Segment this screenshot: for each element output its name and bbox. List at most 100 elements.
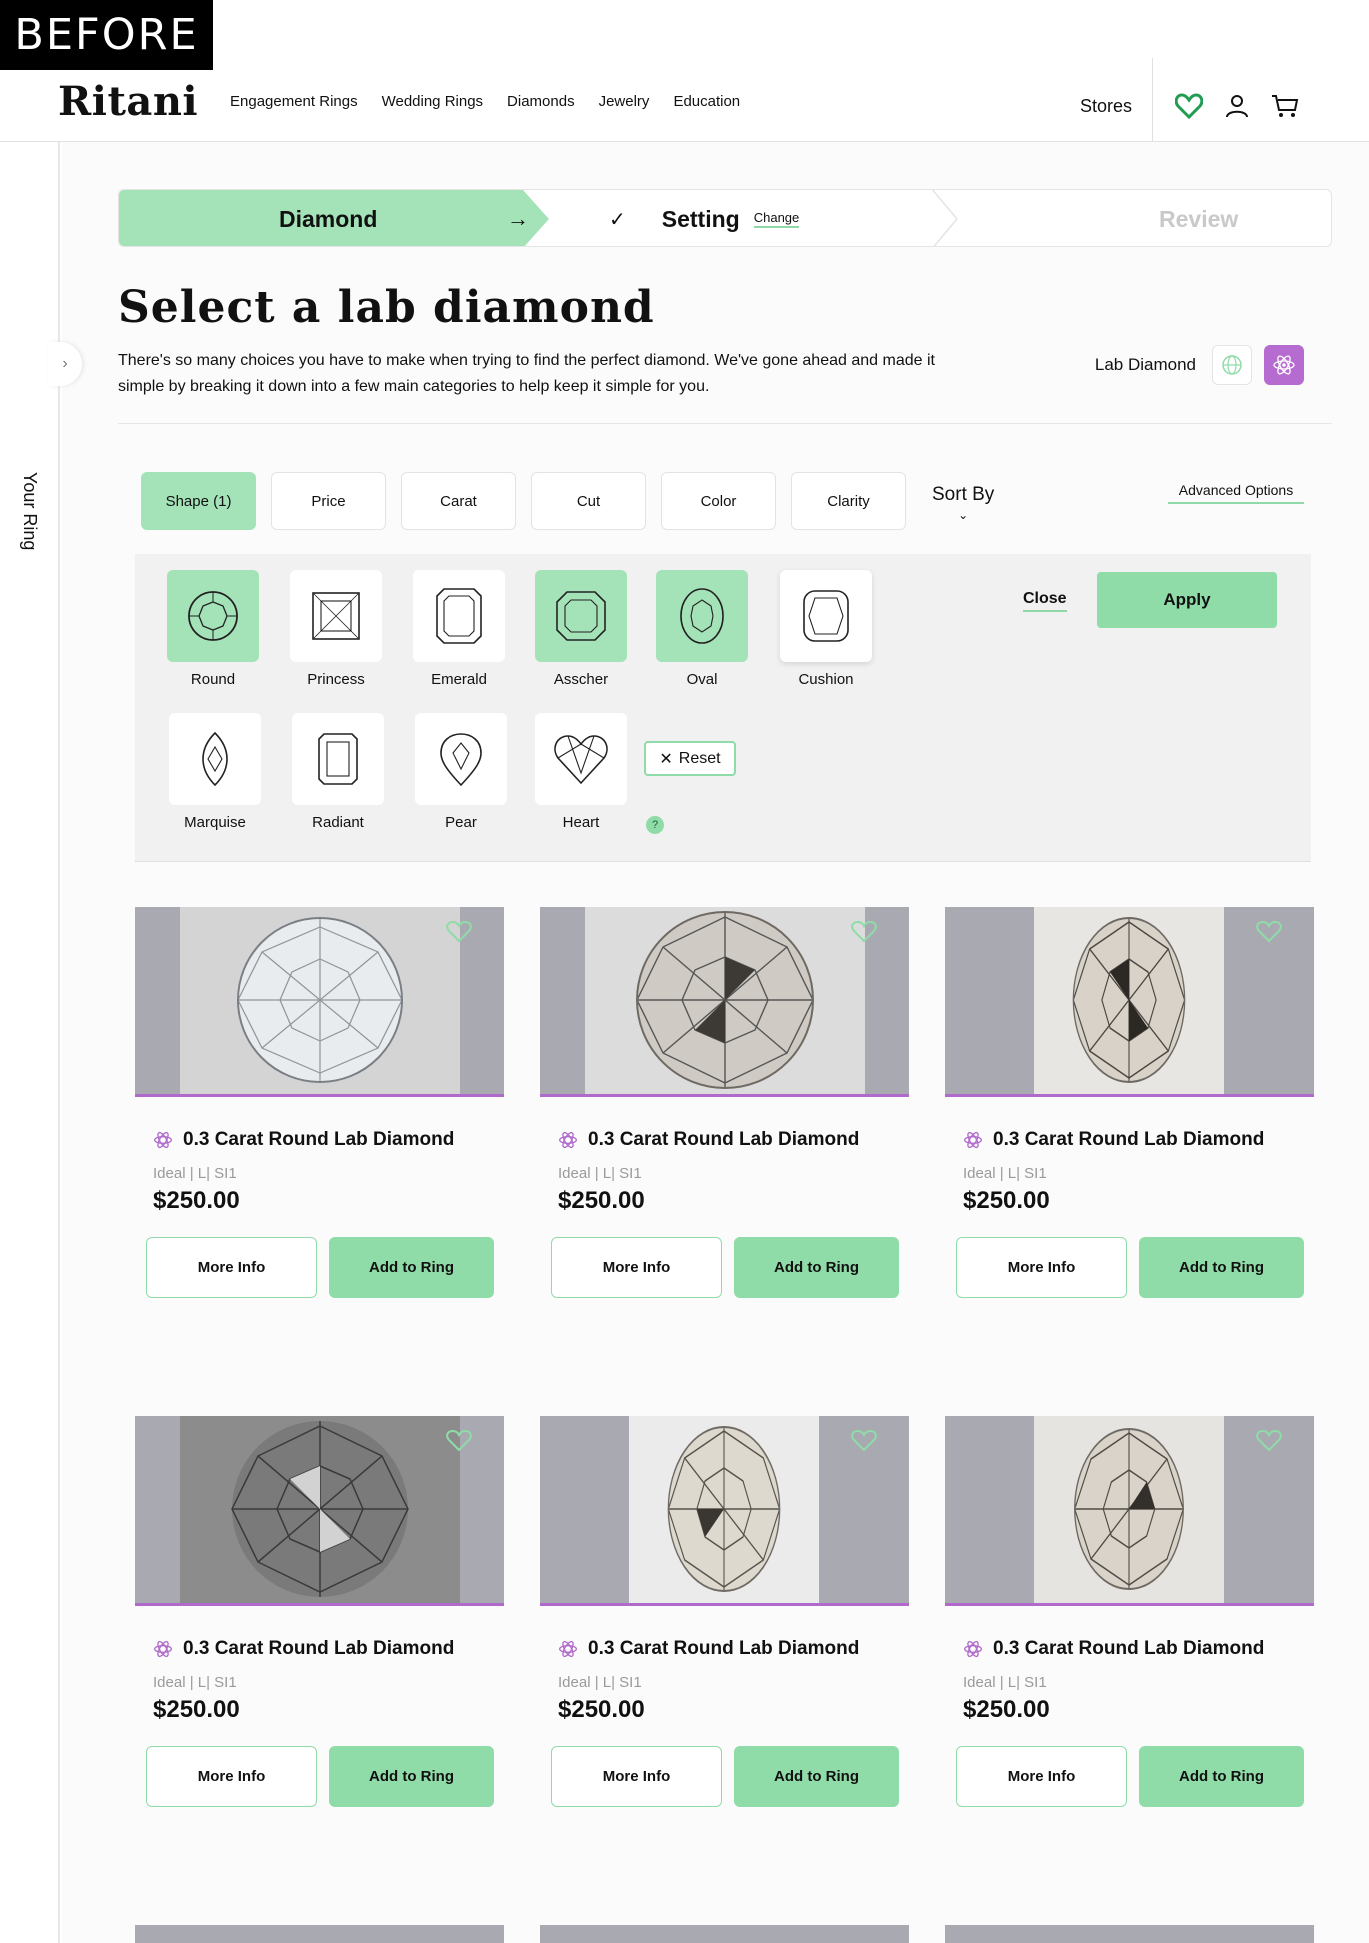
add-to-ring-button[interactable]: Add to Ring	[329, 1237, 494, 1298]
diamond-image[interactable]	[540, 1416, 909, 1606]
help-icon[interactable]: ?	[646, 816, 664, 834]
shape-label: Cushion	[798, 671, 854, 688]
add-to-ring-button[interactable]: Add to Ring	[734, 1746, 899, 1807]
product-price: $250.00	[153, 1187, 240, 1214]
wishlist-button[interactable]	[1165, 82, 1213, 130]
shape-cushion[interactable]: Cushion	[780, 570, 872, 688]
cart-button[interactable]	[1261, 82, 1309, 130]
globe-icon	[1222, 355, 1242, 375]
your-ring-sidebar: Your Ring	[0, 142, 60, 1943]
account-button[interactable]	[1213, 82, 1261, 130]
more-info-button[interactable]: More Info	[956, 1746, 1127, 1807]
shape-emerald[interactable]: Emerald	[413, 570, 505, 688]
product-card[interactable]: 0.3 Carat Round Lab Diamond Ideal | L| S…	[945, 907, 1314, 1317]
section-divider	[118, 423, 1332, 424]
nav-diamonds[interactable]: Diamonds	[507, 93, 575, 110]
product-title[interactable]: 0.3 Carat Round Lab Diamond	[588, 1638, 859, 1660]
nav-education[interactable]: Education	[673, 93, 740, 110]
heart-icon[interactable]	[851, 921, 877, 943]
product-spec: Ideal | L| SI1	[963, 1674, 1047, 1691]
diamond-image[interactable]	[945, 1416, 1314, 1606]
heart-icon	[1175, 93, 1203, 119]
filter-carat[interactable]: Carat	[401, 472, 516, 530]
more-info-button[interactable]: More Info	[146, 1237, 317, 1298]
product-title[interactable]: 0.3 Carat Round Lab Diamond	[183, 1129, 454, 1151]
close-panel-link[interactable]: Close	[1023, 590, 1067, 612]
product-card[interactable]: 0.3 Carat Round Lab Diamond Ideal | L| S…	[945, 1416, 1314, 1826]
sort-by-dropdown[interactable]: Sort By ⌄	[932, 484, 994, 522]
product-card[interactable]: 0.3 Carat Round Lab Diamond Ideal | L| S…	[135, 907, 504, 1317]
product-title[interactable]: 0.3 Carat Round Lab Diamond	[588, 1129, 859, 1151]
product-card[interactable]: 0.3 Carat Round Lab Diamond Ideal | L| S…	[135, 1416, 504, 1826]
reset-button[interactable]: ✕ Reset	[644, 741, 736, 776]
heart-icon[interactable]	[1256, 921, 1282, 943]
oval-shape-icon	[680, 588, 724, 644]
heart-icon[interactable]	[851, 1430, 877, 1452]
add-to-ring-button[interactable]: Add to Ring	[1139, 1746, 1304, 1807]
shape-radiant[interactable]: Radiant	[292, 713, 384, 831]
filter-shape[interactable]: Shape (1)	[141, 472, 256, 530]
product-spec: Ideal | L| SI1	[558, 1674, 642, 1691]
add-to-ring-button[interactable]: Add to Ring	[734, 1237, 899, 1298]
princess-shape-icon	[312, 592, 360, 640]
heart-icon[interactable]	[1256, 1430, 1282, 1452]
shape-heart[interactable]: Heart	[535, 713, 627, 831]
shape-pear[interactable]: Pear	[415, 713, 507, 831]
product-spec: Ideal | L| SI1	[558, 1165, 642, 1182]
round-shape-icon	[188, 591, 238, 641]
diamond-image[interactable]	[135, 1416, 504, 1606]
product-spec: Ideal | L| SI1	[153, 1165, 237, 1182]
filter-price[interactable]: Price	[271, 472, 386, 530]
diamond-photo	[180, 1416, 460, 1603]
nav-wedding-rings[interactable]: Wedding Rings	[382, 93, 483, 110]
shape-round[interactable]: Round	[167, 570, 259, 688]
nav-jewelry[interactable]: Jewelry	[599, 93, 650, 110]
radiant-shape-icon	[318, 733, 358, 785]
shape-label: Heart	[562, 814, 600, 831]
filter-clarity[interactable]: Clarity	[791, 472, 906, 530]
step-divider	[931, 190, 958, 246]
add-to-ring-button[interactable]: Add to Ring	[1139, 1237, 1304, 1298]
more-info-button[interactable]: More Info	[551, 1237, 722, 1298]
natural-diamond-toggle[interactable]	[1212, 345, 1252, 385]
more-info-button[interactable]: More Info	[956, 1237, 1127, 1298]
apply-button[interactable]: Apply	[1097, 572, 1277, 628]
product-title[interactable]: 0.3 Carat Round Lab Diamond	[993, 1129, 1264, 1151]
shape-asscher[interactable]: Asscher	[535, 570, 627, 688]
ritani-logo[interactable]: Ritani	[58, 78, 198, 125]
more-info-button[interactable]: More Info	[551, 1746, 722, 1807]
diamond-image[interactable]	[135, 907, 504, 1097]
product-card[interactable]: 0.3 Carat Round Lab Diamond Ideal | L| S…	[540, 1416, 909, 1826]
diamond-image[interactable]	[540, 907, 909, 1097]
add-to-ring-button[interactable]: Add to Ring	[329, 1746, 494, 1807]
heart-icon[interactable]	[446, 1430, 472, 1452]
nav-engagement-rings[interactable]: Engagement Rings	[230, 93, 358, 110]
product-title[interactable]: 0.3 Carat Round Lab Diamond	[183, 1638, 454, 1660]
shape-oval[interactable]: Oval	[656, 570, 748, 688]
shape-label: Pear	[445, 814, 477, 831]
filter-cut[interactable]: Cut	[531, 472, 646, 530]
product-price: $250.00	[153, 1696, 240, 1723]
shape-marquise[interactable]: Marquise	[169, 713, 261, 831]
diamond-image[interactable]	[945, 907, 1314, 1097]
heart-icon[interactable]	[446, 921, 472, 943]
next-row-image-peek	[945, 1925, 1314, 1943]
page-title: Select a lab diamond	[118, 282, 655, 333]
advanced-options-link[interactable]: Advanced Options	[1168, 482, 1304, 504]
site-header: Ritani Engagement Rings Wedding Rings Di…	[0, 58, 1369, 142]
atom-icon	[964, 1640, 982, 1658]
filter-color[interactable]: Color	[661, 472, 776, 530]
stores-link[interactable]: Stores	[1080, 96, 1132, 117]
before-label: BEFORE	[0, 0, 213, 70]
step-diamond[interactable]: Diamond →	[119, 190, 549, 246]
more-info-button[interactable]: More Info	[146, 1746, 317, 1807]
step-setting[interactable]: ✓ Setting Change	[609, 190, 800, 246]
product-title[interactable]: 0.3 Carat Round Lab Diamond	[993, 1638, 1264, 1660]
product-card[interactable]: 0.3 Carat Round Lab Diamond Ideal | L| S…	[540, 907, 909, 1317]
lab-diamond-toggle-active[interactable]	[1264, 345, 1304, 385]
atom-icon	[559, 1131, 577, 1149]
lab-diamond-toggle: Lab Diamond	[1095, 345, 1304, 385]
change-setting-link[interactable]: Change	[753, 210, 800, 228]
shape-princess[interactable]: Princess	[290, 570, 382, 688]
cushion-shape-icon	[803, 590, 849, 642]
